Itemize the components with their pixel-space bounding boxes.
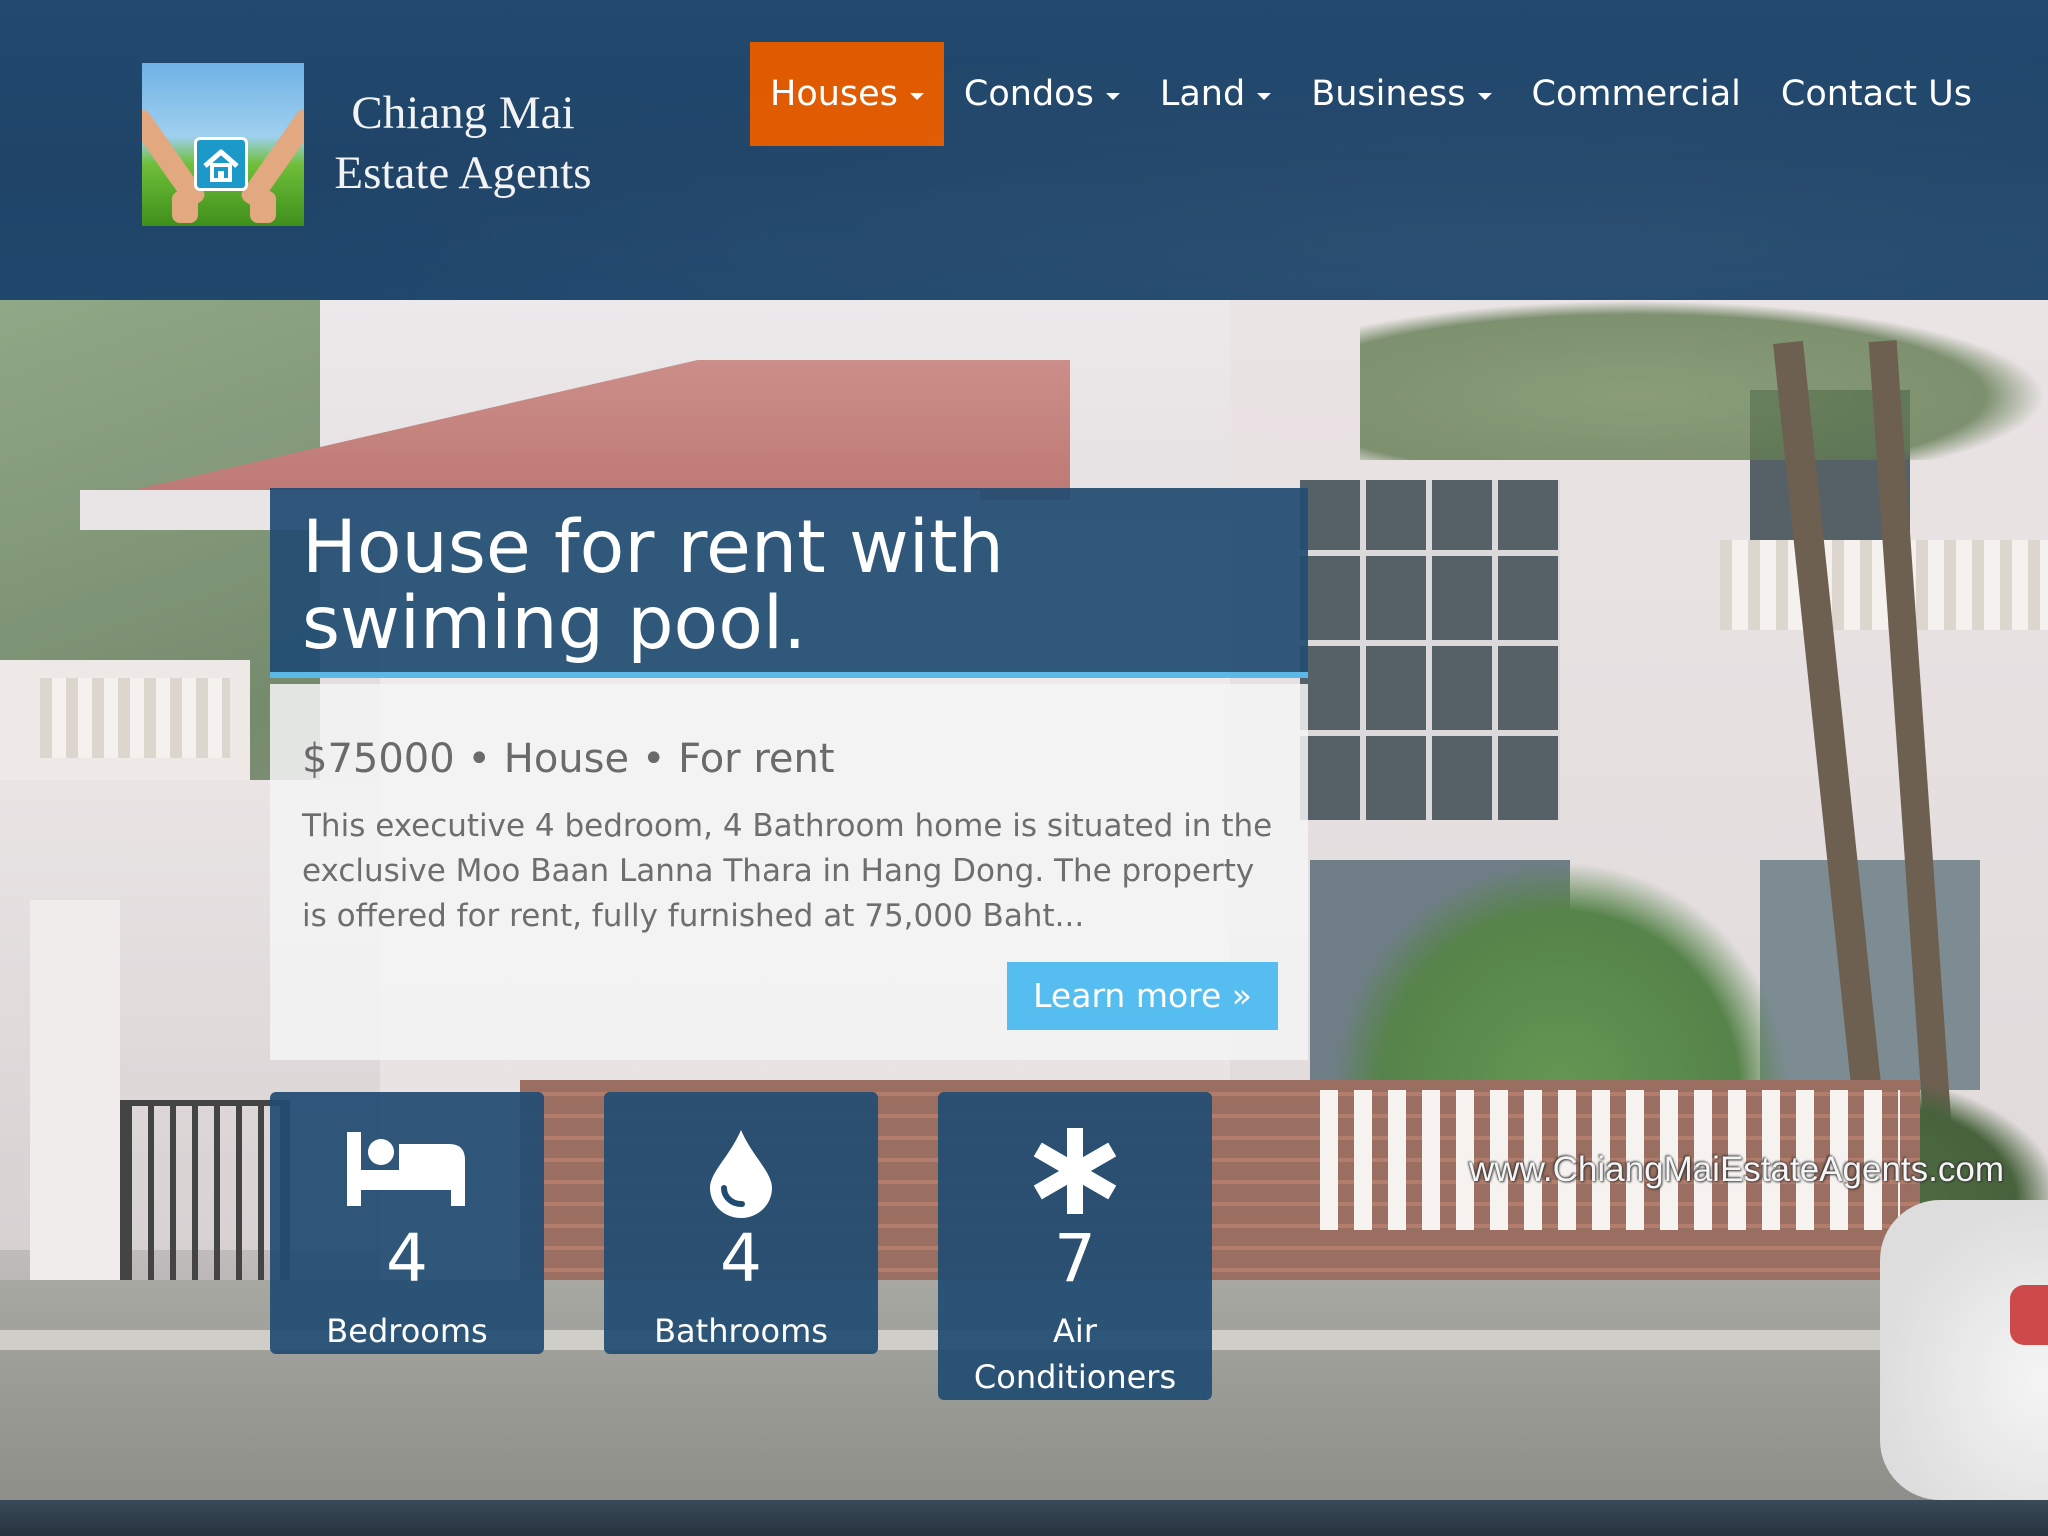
feature-bedrooms: 4 Bedrooms <box>270 1092 544 1354</box>
listing-description: This executive 4 bedroom, 4 Bathroom hom… <box>302 808 1273 934</box>
nav-label: Contact Us <box>1780 74 1973 114</box>
bedrooms-count: 4 <box>386 1220 428 1297</box>
listing-title: House for rent with swiming pool. <box>270 488 1308 678</box>
watermark-text: www.ChiangMaiEstateAgents.com <box>1469 1150 2004 1189</box>
air-conditioners-label: Air Conditioners <box>973 1312 1177 1396</box>
nav-label: Land <box>1159 74 1246 114</box>
meta-separator: • <box>467 736 492 782</box>
feature-air-conditioners: 7 Air Conditioners <box>938 1092 1212 1400</box>
feature-bathrooms: 4 Bathrooms <box>604 1092 878 1354</box>
bedrooms-label: Bedrooms <box>326 1312 488 1350</box>
bathrooms-count: 4 <box>720 1220 762 1297</box>
caret-down-icon <box>1257 92 1272 100</box>
listing-summary: $75000 • House • For rent This executive… <box>270 684 1308 1060</box>
listing-meta: $75000 • House • For rent <box>302 734 1276 784</box>
site-logo[interactable]: Chiang Mai Estate Agents <box>142 63 614 226</box>
learn-more-button[interactable]: Learn more » <box>1007 962 1278 1030</box>
logo-image <box>142 63 304 226</box>
water-drop-icon <box>604 1128 878 1218</box>
nav-label: Condos <box>963 74 1094 114</box>
main-nav: Houses Condos Land Business Commercial C… <box>750 42 1992 146</box>
house-icon <box>194 137 248 191</box>
asterisk-icon <box>938 1128 1212 1214</box>
listing-type: House <box>503 736 630 782</box>
logo-text: Chiang Mai Estate Agents <box>308 83 618 203</box>
nav-item-land[interactable]: Land <box>1140 42 1291 146</box>
nav-item-business[interactable]: Business <box>1291 42 1511 146</box>
listing-price: $75000 <box>302 736 455 782</box>
brand-line-2: Estate Agents <box>334 147 592 199</box>
meta-separator: • <box>641 736 666 782</box>
nav-item-condos[interactable]: Condos <box>944 42 1140 146</box>
brand-line-1: Chiang Mai <box>351 87 575 139</box>
air-conditioners-count: 7 <box>1054 1220 1096 1297</box>
nav-item-contact-us[interactable]: Contact Us <box>1761 42 1992 146</box>
nav-label: Commercial <box>1531 74 1741 114</box>
bathrooms-label: Bathrooms <box>654 1312 828 1350</box>
site-header: Chiang Mai Estate Agents Houses Condos L… <box>0 0 2048 300</box>
nav-item-commercial[interactable]: Commercial <box>1512 42 1761 146</box>
listing-status: For rent <box>678 736 835 782</box>
caret-down-icon <box>909 92 924 100</box>
caret-down-icon <box>1477 92 1492 100</box>
bed-icon <box>270 1128 544 1214</box>
nav-item-houses[interactable]: Houses <box>750 42 944 146</box>
nav-label: Business <box>1311 74 1466 114</box>
footer-strip <box>0 1500 2048 1536</box>
caret-down-icon <box>1105 92 1120 100</box>
nav-label: Houses <box>770 74 898 114</box>
